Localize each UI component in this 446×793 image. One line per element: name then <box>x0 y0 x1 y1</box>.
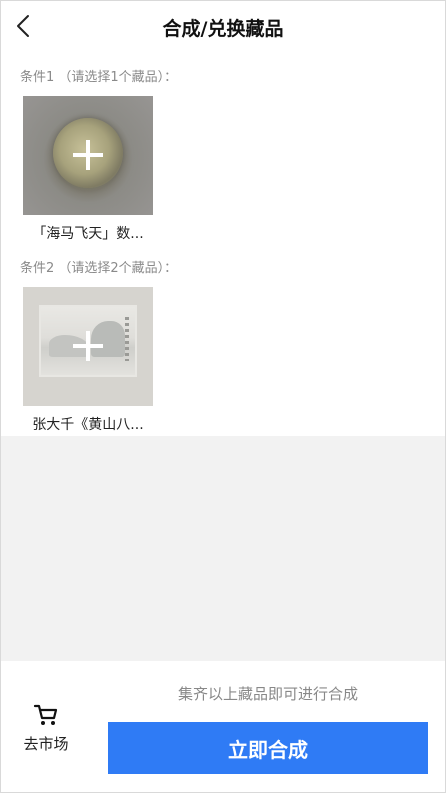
condition-1-item-image[interactable] <box>23 96 153 215</box>
merge-hint-text: 集齐以上藏品即可进行合成 <box>177 685 358 703</box>
condition-2-item-card[interactable]: 张大千《黄山八... <box>23 287 153 434</box>
bottom-action-bar: 去市场 集齐以上藏品即可进行合成 立即合成 <box>0 661 446 793</box>
condition-1-item-card[interactable]: 「海马飞天」数... <box>23 96 153 243</box>
page-title: 合成/兑换藏品 <box>162 18 284 40</box>
condition-1-label: 条件1 （请选择1个藏品）： <box>20 70 178 85</box>
condition-2-label: 条件2 （请选择2个藏品）： <box>20 261 178 276</box>
condition-2-item-image[interactable] <box>23 287 153 406</box>
market-label[interactable]: 去市场 <box>16 733 76 754</box>
go-to-market-button[interactable]: 去市场 <box>16 703 76 754</box>
content-area: 合成/兑换藏品 条件1 （请选择1个藏品）： 「海马飞天」数... 条件2 （请… <box>0 0 446 436</box>
condition-1-item-name: 「海马飞天」数... <box>32 226 144 242</box>
merge-now-button[interactable]: 立即合成 <box>108 722 428 774</box>
condition-2-item-name: 张大千《黄山八... <box>32 417 144 433</box>
cart-icon[interactable] <box>33 703 59 727</box>
header-bar: 合成/兑换藏品 <box>0 0 446 56</box>
